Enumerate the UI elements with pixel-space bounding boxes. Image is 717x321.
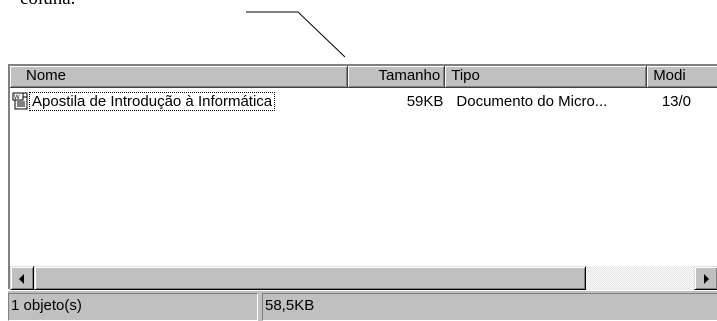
column-header-type[interactable]: Tipo [445, 66, 648, 88]
scroll-left-button[interactable] [10, 266, 34, 290]
status-object-count: 1 objeto(s) [8, 293, 258, 321]
status-total-size: 58,5KB [262, 293, 717, 321]
word-document-icon: W [12, 92, 28, 110]
list-item[interactable]: W Apostila de Introdução à Informática 5… [10, 88, 717, 114]
file-name[interactable]: Apostila de Introdução à Informática [29, 91, 276, 111]
arrow-right-icon [704, 274, 709, 284]
file-list-view[interactable]: Nome Tamanho Tipo Modi W Apostila de Int… [8, 64, 717, 290]
status-bar: 1 objeto(s) 58,5KB [8, 291, 717, 321]
scrollbar-thumb[interactable] [34, 266, 586, 290]
column-header-size[interactable]: Tamanho [348, 66, 446, 88]
file-type: Documento do Micro... [456, 92, 608, 110]
file-explorer-window: Nome Tamanho Tipo Modi W Apostila de Int… [8, 64, 717, 321]
file-modified: 13/0 [661, 92, 692, 110]
column-header-modified[interactable]: Modi [647, 66, 717, 88]
callout-line [246, 11, 346, 58]
arrow-left-icon [19, 274, 24, 284]
file-size: 59KB [406, 92, 444, 110]
horizontal-scrollbar[interactable] [10, 266, 717, 290]
svg-text:W: W [14, 95, 20, 101]
scroll-right-button[interactable] [694, 266, 717, 290]
column-header-name[interactable]: Nome [10, 66, 349, 88]
list-header: Nome Tamanho Tipo Modi [10, 66, 717, 88]
